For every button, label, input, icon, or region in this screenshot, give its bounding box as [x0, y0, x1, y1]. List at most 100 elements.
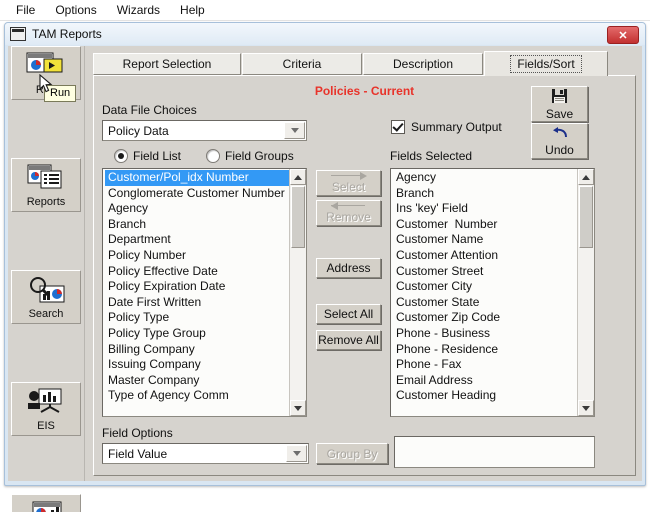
data-file-select[interactable]: Policy Data	[102, 120, 307, 141]
radio-field-groups[interactable]: Field Groups	[206, 149, 294, 163]
tab-label: Fields/Sort	[510, 55, 582, 73]
chevron-down-icon[interactable]	[284, 122, 305, 139]
undo-button[interactable]: Undo	[531, 123, 588, 159]
list-item[interactable]: Date First Written	[105, 295, 290, 311]
address-button[interactable]: Address	[316, 258, 381, 278]
tab-description[interactable]: Description	[363, 53, 483, 75]
select-all-button[interactable]: Select All	[316, 304, 381, 324]
list-item[interactable]: Customer Number	[393, 217, 578, 233]
sidebar-item-reports[interactable]: Reports	[11, 158, 81, 212]
eis-icon	[27, 388, 65, 419]
tab-label: Description	[392, 57, 454, 71]
list-item[interactable]: Phone - Business	[393, 326, 578, 342]
list-item[interactable]: Policy Expiration Date	[105, 279, 290, 295]
undo-label: Undo	[545, 142, 574, 157]
list-item[interactable]: Policy Type Group	[105, 326, 290, 342]
summary-output-checkbox[interactable]: Summary Output	[391, 120, 502, 134]
selected-fields-items[interactable]: Agency Branch Ins 'key' Field Customer Numb…	[391, 169, 578, 416]
remove-all-button[interactable]: Remove All	[316, 330, 381, 350]
field-options-select[interactable]: Field Value	[102, 443, 309, 464]
field-options-label: Field Options	[102, 426, 173, 440]
list-item[interactable]: Phone - Fax	[393, 357, 578, 373]
scroll-down-icon[interactable]	[290, 400, 306, 416]
list-item[interactable]: Customer Street	[393, 264, 578, 280]
chevron-down-icon[interactable]	[286, 445, 307, 462]
sidebar-item-user-defined[interactable]: User-Defined	[11, 494, 81, 512]
radio-label: Field List	[133, 149, 182, 163]
available-fields-items[interactable]: Customer/Pol_idx Number Conglomerate Cust…	[103, 169, 290, 416]
list-item[interactable]: Ins 'key' Field	[393, 201, 578, 217]
data-file-value: Policy Data	[108, 123, 169, 138]
list-item[interactable]: Policy Number	[105, 248, 290, 264]
list-item[interactable]: Customer City	[393, 279, 578, 295]
address-label: Address	[326, 261, 371, 275]
undo-icon	[551, 126, 569, 143]
main-area: Report Selection Criteria Description Fi…	[85, 46, 642, 481]
available-fields-list[interactable]: Customer/Pol_idx Number Conglomerate Cust…	[102, 168, 307, 417]
list-item[interactable]: Customer State	[393, 295, 578, 311]
sidebar-item-label: EIS	[37, 420, 55, 432]
app-icon	[10, 27, 26, 41]
list-item[interactable]: Department	[105, 232, 290, 248]
list-item[interactable]: Customer/Pol_idx Number	[105, 170, 290, 186]
scrollbar-thumb[interactable]	[291, 186, 305, 248]
list-item[interactable]: Policy Effective Date	[105, 264, 290, 280]
select-button: Select	[316, 170, 381, 196]
menu-wizards[interactable]: Wizards	[107, 1, 170, 19]
list-item[interactable]: Agency	[105, 201, 290, 217]
list-item[interactable]: Issuing Company	[105, 357, 290, 373]
list-item[interactable]: Customer Zip Code	[393, 310, 578, 326]
list-item[interactable]: Customer Heading	[393, 388, 578, 404]
select-all-label: Select All	[323, 307, 374, 321]
available-fields-scrollbar[interactable]	[289, 169, 306, 416]
tab-label: Report Selection	[122, 57, 212, 71]
close-icon[interactable]: ✕	[607, 26, 639, 44]
list-item[interactable]: Email Address	[393, 373, 578, 389]
menu-help[interactable]: Help	[170, 1, 215, 19]
selected-fields-scrollbar[interactable]	[577, 169, 594, 416]
selected-fields-list[interactable]: Agency Branch Ins 'key' Field Customer Numb…	[390, 168, 595, 417]
tam-reports-window: TAM Reports ✕ Reports Search EIS Run Rep…	[4, 22, 646, 512]
list-item[interactable]: Policy Type	[105, 310, 290, 326]
scrollbar-thumb[interactable]	[579, 186, 593, 248]
scroll-up-icon[interactable]	[290, 169, 306, 185]
sidebar-item-label: Reports	[26, 196, 66, 208]
scroll-up-icon[interactable]	[578, 169, 594, 185]
list-item[interactable]: Billing Company	[105, 342, 290, 358]
list-item[interactable]: Branch	[105, 217, 290, 233]
remove-all-label: Remove All	[318, 333, 379, 347]
menu-file[interactable]: File	[6, 1, 45, 19]
sidebar-item-label: Search	[28, 308, 64, 320]
search-icon	[26, 276, 66, 309]
list-item[interactable]: Customer Name	[393, 232, 578, 248]
sidebar-item-eis[interactable]: EIS	[11, 382, 81, 436]
field-notes-textarea[interactable]	[394, 436, 595, 468]
save-icon	[551, 88, 568, 107]
screen: File Options Wizards Help TAM Reports ✕	[0, 0, 650, 512]
list-item[interactable]: Agency	[393, 170, 578, 186]
sidebar-item-search[interactable]: Search	[11, 270, 81, 324]
list-item[interactable]: Type of Agency Comm	[105, 388, 290, 404]
group-by-button: Group By	[316, 443, 388, 464]
arrow-left-icon	[330, 202, 367, 210]
save-button[interactable]: Save	[531, 86, 588, 122]
radio-indicator	[206, 149, 220, 163]
scroll-down-icon[interactable]	[578, 400, 594, 416]
list-item[interactable]: Customer Attention	[393, 248, 578, 264]
list-item[interactable]: Master Company	[105, 373, 290, 389]
list-item[interactable]: Conglomerate Customer Number	[105, 186, 290, 202]
save-label: Save	[545, 106, 574, 121]
tab-criteria[interactable]: Criteria	[242, 53, 362, 75]
list-item[interactable]: Phone - Residence	[393, 342, 578, 358]
user-defined-icon	[27, 500, 65, 512]
list-item[interactable]: Branch	[393, 186, 578, 202]
window-client: Run	[8, 46, 642, 512]
window-titlebar[interactable]: TAM Reports ✕	[5, 23, 645, 45]
remove-button: Remove	[316, 200, 381, 226]
menu-options[interactable]: Options	[45, 1, 106, 19]
radio-field-list[interactable]: Field List	[114, 149, 181, 163]
tab-fields-sort[interactable]: Fields/Sort	[484, 51, 608, 76]
fields-sort-panel: Policies - Current Data File Choices Pol…	[93, 75, 636, 476]
tab-report-selection[interactable]: Report Selection	[93, 53, 241, 75]
tab-bar: Report Selection Criteria Description Fi…	[93, 51, 636, 76]
